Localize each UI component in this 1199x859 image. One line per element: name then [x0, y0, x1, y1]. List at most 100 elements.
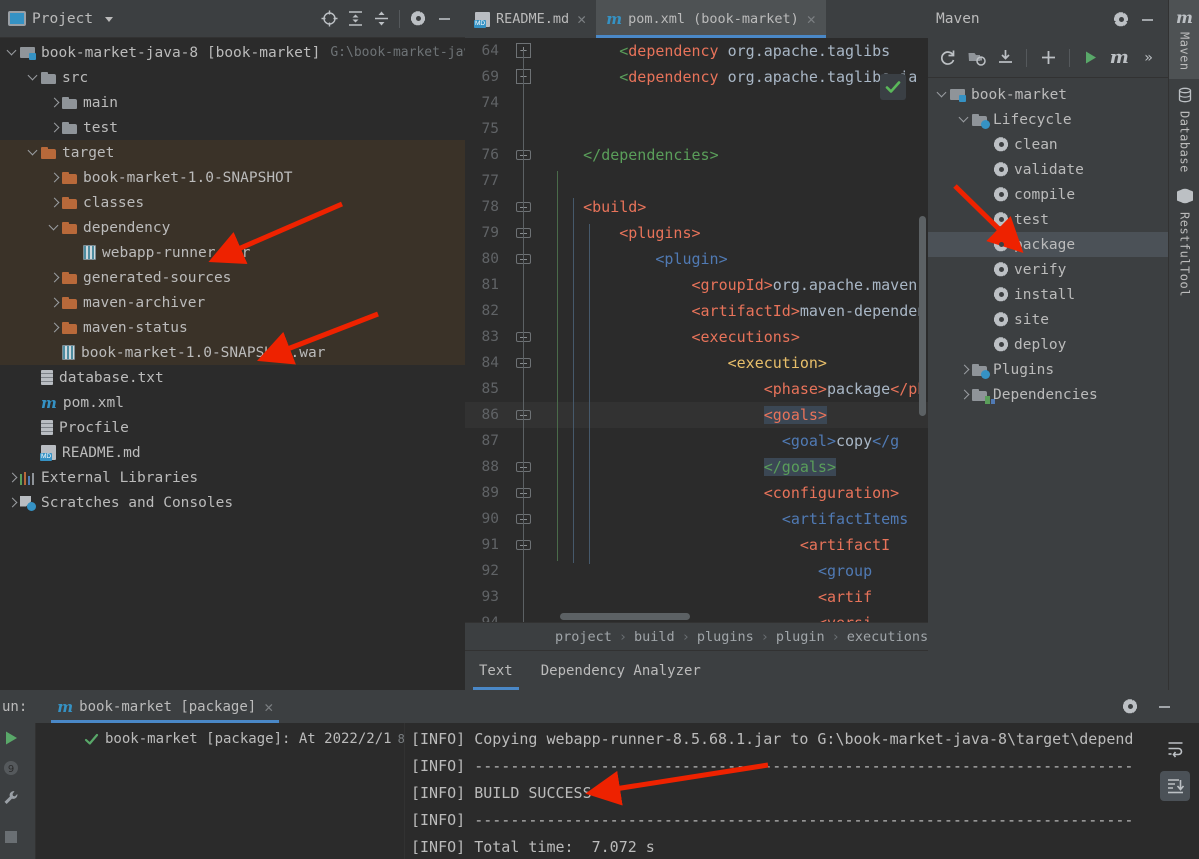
tool-window-button-maven[interactable]: m Maven [1169, 0, 1199, 79]
chevron-right-icon[interactable] [6, 496, 20, 510]
console-output[interactable]: [INFO] Copying webapp-runner-8.5.68.1.ja… [404, 723, 1151, 859]
editor-vertical-scrollbar[interactable] [919, 216, 926, 416]
ok-check-icon[interactable] [880, 74, 906, 100]
code-line[interactable]: 91 <artifactI [465, 532, 928, 558]
chevron-down-icon[interactable] [27, 71, 41, 85]
run-result-row[interactable]: book-market [package]: At 2022/2/1 8 sec… [36, 727, 492, 751]
code-line[interactable]: 82 <artifactId>maven-dependen [465, 298, 928, 324]
close-icon[interactable]: ✕ [807, 10, 816, 28]
project-tree-row[interactable]: generated-sources [0, 265, 465, 290]
maven-tree-row[interactable]: book-market [928, 82, 1168, 107]
chevron-right-icon[interactable] [48, 271, 62, 285]
maven-tree-row[interactable]: verify [928, 257, 1168, 282]
project-tree-row[interactable]: Procfile [0, 415, 465, 440]
code-line[interactable]: 83 <executions> [465, 324, 928, 350]
editor-gutter[interactable] [507, 90, 547, 116]
more-icon[interactable]: » [1135, 44, 1162, 72]
code-line[interactable]: 89 <configuration> [465, 480, 928, 506]
breadcrumb-item[interactable]: plugin [776, 629, 825, 645]
chevron-right-icon[interactable] [48, 296, 62, 310]
project-tree-row[interactable]: database.txt [0, 365, 465, 390]
code-editor[interactable]: 64 + <dependency org.apache.taglibs 69 + <d… [465, 38, 928, 622]
tool-window-button-database[interactable]: Database [1169, 79, 1199, 181]
maven-tree-row[interactable]: clean [928, 132, 1168, 157]
project-tree-row[interactable]: test [0, 115, 465, 140]
chevron-down-icon[interactable] [936, 88, 950, 102]
project-tree-row[interactable]: book-market-1.0-SNAPSHOT [0, 165, 465, 190]
editor-gutter[interactable] [507, 324, 547, 350]
code-line[interactable]: 76 </dependencies> [465, 142, 928, 168]
chevron-right-icon[interactable] [48, 121, 62, 135]
editor-gutter[interactable] [507, 532, 547, 558]
maven-tree-row[interactable]: Plugins [928, 357, 1168, 382]
project-tree-row[interactable]: book-market-java-8 [book-market] G:\book-… [0, 40, 465, 65]
project-tree-row[interactable]: dependency [0, 215, 465, 240]
stop-icon[interactable] [3, 829, 19, 845]
editor-gutter[interactable] [507, 350, 547, 376]
chevron-down-icon[interactable] [48, 221, 62, 235]
code-line[interactable]: 86 <goals> [465, 402, 928, 428]
maven-tree-row[interactable]: Lifecycle [928, 107, 1168, 132]
plus-icon[interactable] [1034, 44, 1061, 72]
code-line[interactable]: 77 [465, 168, 928, 194]
run-icon[interactable] [1077, 44, 1104, 72]
code-line[interactable]: 90 <artifactItems [465, 506, 928, 532]
chevron-down-icon[interactable] [6, 46, 20, 60]
code-line[interactable]: 85 <phase>package</ph [465, 376, 928, 402]
editor-gutter[interactable] [507, 506, 547, 532]
chevron-right-icon[interactable] [48, 96, 62, 110]
editor-gutter[interactable] [507, 246, 547, 272]
project-tree-row[interactable]: m pom.xml [0, 390, 465, 415]
rerun-failed-icon[interactable]: 9 [2, 759, 20, 777]
breadcrumb-item[interactable]: project [555, 629, 612, 645]
editor-gutter[interactable] [507, 194, 547, 220]
project-tree-row[interactable]: classes [0, 190, 465, 215]
gear-icon[interactable] [1108, 6, 1134, 32]
refresh-icon[interactable] [934, 44, 961, 72]
code-line[interactable]: 75 [465, 116, 928, 142]
breadcrumb-item[interactable]: build [634, 629, 675, 645]
code-line[interactable]: 88 </goals> [465, 454, 928, 480]
editor-gutter[interactable] [507, 220, 547, 246]
maven-tree-row[interactable]: compile [928, 182, 1168, 207]
code-line[interactable]: 69 + <dependency org.apache.taglibs.ja [465, 64, 928, 90]
code-line[interactable]: 87 <goal>copy</g [465, 428, 928, 454]
maven-tree-row[interactable]: site [928, 307, 1168, 332]
code-line[interactable]: 84 <execution> [465, 350, 928, 376]
project-tree-row[interactable]: README.md [0, 440, 465, 465]
code-line[interactable]: 94 <versi [465, 610, 928, 622]
code-line[interactable]: 81 <groupId>org.apache.maven [465, 272, 928, 298]
chevron-right-icon[interactable] [48, 196, 62, 210]
editor-gutter[interactable] [507, 428, 547, 454]
tool-window-button-restfultool[interactable]: RestfulTool [1169, 180, 1199, 305]
editor-gutter[interactable] [507, 142, 547, 168]
soft-wrap-icon[interactable] [1160, 733, 1190, 763]
maven-tree-row[interactable]: Dependencies [928, 382, 1168, 407]
code-line[interactable]: 79 <plugins> [465, 220, 928, 246]
run-tab-book-market-package[interactable]: m book-market [package] ✕ [45, 690, 285, 723]
code-line[interactable]: 93 <artif [465, 584, 928, 610]
editor-bottom-tab[interactable]: Text [465, 651, 527, 690]
code-line[interactable]: 78 <build> [465, 194, 928, 220]
download-sources-icon[interactable] [992, 44, 1019, 72]
minimize-icon[interactable] [1151, 694, 1177, 720]
execute-maven-goal-icon[interactable]: m [1106, 44, 1133, 72]
project-tree-row[interactable]: webapp-runner.jar [0, 240, 465, 265]
breadcrumb-item[interactable]: plugins [697, 629, 754, 645]
project-tree-row[interactable]: Scratches and Consoles [0, 490, 465, 515]
project-tree-row[interactable]: maven-archiver [0, 290, 465, 315]
editor-gutter[interactable] [507, 168, 547, 194]
editor-gutter[interactable] [507, 584, 547, 610]
editor-bottom-tab[interactable]: Dependency Analyzer [527, 651, 715, 690]
editor-gutter[interactable] [507, 272, 547, 298]
locate-icon[interactable] [316, 6, 342, 32]
close-icon[interactable]: ✕ [264, 698, 273, 716]
editor-gutter[interactable] [507, 376, 547, 402]
maven-goals-tree[interactable]: book-market Lifecycle clean validate compile… [928, 78, 1168, 690]
minimize-icon[interactable] [1134, 6, 1160, 32]
scroll-to-end-icon[interactable] [1160, 771, 1190, 801]
maven-tree-row[interactable]: install [928, 282, 1168, 307]
chevron-right-icon[interactable] [958, 388, 972, 402]
run-results-tree[interactable]: book-market [package]: At 2022/2/1 8 sec… [36, 723, 492, 859]
settings-wrench-icon[interactable] [2, 789, 20, 807]
